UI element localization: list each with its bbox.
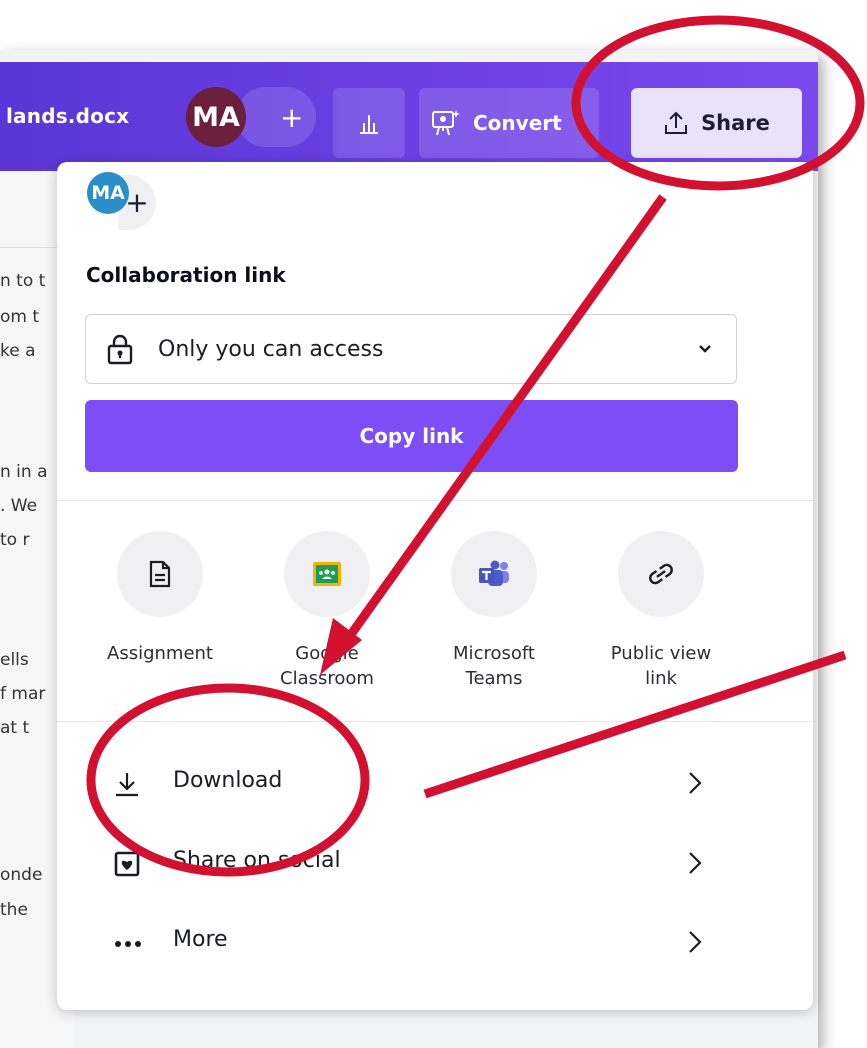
- google-classroom-icon: [313, 562, 341, 586]
- doc-line: n in a: [0, 462, 48, 482]
- access-dropdown[interactable]: Only you can access: [85, 314, 737, 384]
- option-label: Public view link: [610, 643, 712, 689]
- bar-chart-icon: [360, 115, 378, 134]
- option-circle: [451, 531, 537, 617]
- convert-button[interactable]: Convert: [419, 88, 599, 158]
- doc-line: to r: [0, 530, 30, 550]
- collaborator-avatar[interactable]: MA: [87, 172, 129, 214]
- download-icon: [116, 773, 138, 797]
- option-label: Assignment: [107, 643, 213, 664]
- chevron-right-icon: [689, 772, 702, 794]
- more-row[interactable]: More: [85, 913, 735, 973]
- chevron-down-icon: [699, 345, 711, 353]
- social-icon: [114, 851, 140, 877]
- doc-line: . We: [0, 496, 38, 516]
- doc-line: at t: [0, 718, 30, 738]
- doc-line: om t: [0, 307, 40, 327]
- doc-line: onde: [0, 865, 43, 885]
- doc-line: ells: [0, 650, 29, 670]
- option-circle: [117, 531, 203, 617]
- chevron-right-icon: [689, 931, 702, 953]
- collaboration-link-title: Collaboration link: [86, 263, 286, 287]
- presentation-sparkle-icon: [432, 110, 460, 136]
- access-value: Only you can access: [158, 337, 384, 362]
- copy-link-button[interactable]: Copy link: [85, 400, 738, 472]
- avatar[interactable]: MA: [186, 87, 246, 147]
- lock-icon: [107, 334, 133, 365]
- add-collaborator-button[interactable]: +: [236, 87, 316, 147]
- divider: [57, 721, 813, 722]
- share-option-assignment[interactable]: Assignment: [100, 531, 220, 666]
- doc-line: the: [0, 900, 28, 920]
- share-label: Share: [701, 111, 770, 135]
- doc-line: ke a: [0, 341, 36, 361]
- doc-line: f mar: [0, 684, 46, 704]
- add-symbol: +: [280, 100, 304, 134]
- more-label: More: [173, 927, 228, 952]
- divider: [57, 500, 813, 501]
- option-label: Microsoft Teams: [453, 643, 535, 689]
- chevron-right-icon: [689, 852, 702, 874]
- share-option-google-classroom[interactable]: Google Classroom: [267, 531, 387, 691]
- option-label: Google Classroom: [280, 643, 374, 689]
- doc-line: n to t: [0, 271, 46, 291]
- more-icon: [115, 941, 141, 947]
- share-option-microsoft-teams[interactable]: Microsoft Teams: [434, 531, 554, 691]
- share-button[interactable]: Share: [631, 88, 802, 158]
- share-option-public-view-link[interactable]: Public view link: [601, 531, 721, 691]
- option-circle: [618, 531, 704, 617]
- link-icon: [649, 563, 673, 585]
- download-label: Download: [173, 768, 283, 793]
- convert-label: Convert: [473, 111, 562, 135]
- download-row[interactable]: Download: [85, 754, 735, 814]
- document-icon: [149, 560, 171, 588]
- insights-button[interactable]: [333, 88, 405, 158]
- share-on-social-row[interactable]: Share on social: [85, 834, 735, 894]
- microsoft-teams-icon: [479, 560, 509, 586]
- option-circle: [284, 531, 370, 617]
- top-bar: lands.docx + MA Convert Share: [0, 62, 818, 171]
- document-filename[interactable]: lands.docx: [6, 104, 129, 128]
- upload-icon: [665, 111, 688, 134]
- share-on-social-label: Share on social: [173, 848, 341, 873]
